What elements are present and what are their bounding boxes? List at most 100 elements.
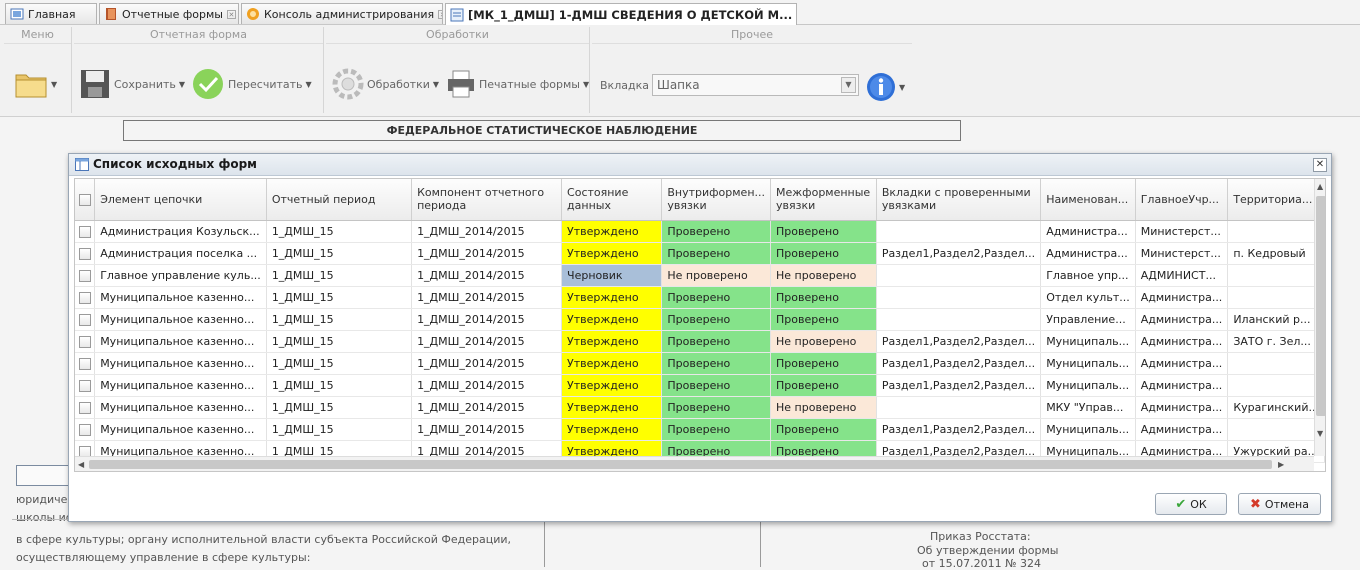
column-header[interactable]: Отчетный период: [266, 179, 413, 221]
table-cell: Утверждено: [561, 396, 663, 419]
row-checkbox[interactable]: [75, 330, 96, 353]
tab-report-forms[interactable]: Отчетные формы ✕: [99, 3, 239, 24]
table-row[interactable]: Муниципальное казенно... 1_ДМШ_15 1_ДМШ_20…: [75, 396, 1325, 419]
table-row[interactable]: Муниципальное казенно... 1_ДМШ_15 1_ДМШ_20…: [75, 374, 1325, 397]
tab-home[interactable]: Главная: [5, 3, 97, 24]
table-cell: Министерст...: [1135, 242, 1229, 265]
column-header[interactable]: Наименован...: [1040, 179, 1136, 221]
table-row[interactable]: Администрация поселка ... 1_ДМШ_15 1_ДМШ_2…: [75, 242, 1325, 265]
table-cell: Не проверено: [770, 396, 877, 419]
close-icon[interactable]: ✕: [1313, 158, 1327, 172]
doc-order-text: Приказ Росстата:: [930, 530, 1031, 543]
scroll-thumb[interactable]: [89, 460, 1272, 469]
horizontal-scrollbar[interactable]: ◀ ▶: [75, 456, 1314, 471]
print-forms-button[interactable]: Печатные формы ▼: [446, 67, 589, 101]
ribbon-group-form: Отчетная форма Сохранить ▼ Пересчитать ▼: [74, 27, 324, 113]
table-cell: [1227, 374, 1325, 397]
select-all-checkbox[interactable]: [75, 179, 96, 221]
row-checkbox[interactable]: [75, 220, 96, 243]
vertical-scrollbar[interactable]: ▲ ▼: [1314, 179, 1325, 456]
table-cell: [876, 264, 1042, 287]
row-checkbox[interactable]: [75, 242, 96, 265]
table-cell: Проверено: [770, 374, 877, 397]
column-header[interactable]: Компонент отчетного периода: [411, 179, 563, 221]
table-cell: Проверено: [661, 286, 772, 309]
table-row[interactable]: Муниципальное казенно... 1_ДМШ_15 1_ДМШ_20…: [75, 286, 1325, 309]
table-cell: ЗАТО г. Зел...: [1227, 330, 1325, 353]
table-cell: Муниципальное казенно...: [94, 330, 267, 353]
dialog-title-bar[interactable]: Список исходных форм ✕: [69, 154, 1331, 176]
recalc-button[interactable]: Пересчитать ▼: [192, 67, 312, 101]
scroll-down-icon[interactable]: ▼: [1317, 429, 1323, 438]
table-cell: Главное упр...: [1040, 264, 1136, 287]
table-row[interactable]: Муниципальное казенно... 1_ДМШ_15 1_ДМШ_20…: [75, 352, 1325, 375]
scroll-up-icon[interactable]: ▲: [1317, 182, 1323, 191]
tab-bar: Главная Отчетные формы ✕ Консоль админис…: [0, 0, 1360, 25]
chevron-down-icon[interactable]: ▼: [841, 77, 856, 93]
table-cell: 1_ДМШ_2014/2015: [411, 220, 563, 243]
column-header[interactable]: Вкладки с проверенными увязками: [876, 179, 1042, 221]
menu-button[interactable]: ▼: [14, 67, 57, 101]
doc-left-text: юридичес: [16, 493, 74, 506]
save-button[interactable]: Сохранить ▼: [80, 67, 185, 101]
column-header[interactable]: Межформенные увязки: [770, 179, 877, 221]
row-checkbox[interactable]: [75, 352, 96, 375]
table-cell: Утверждено: [561, 242, 663, 265]
table-cell: Утверждено: [561, 286, 663, 309]
cancel-button[interactable]: ✖ Отмена: [1238, 493, 1321, 515]
scroll-left-icon[interactable]: ◀: [78, 460, 84, 469]
table-cell: Проверено: [661, 352, 772, 375]
ok-button[interactable]: ✔ ОК: [1155, 493, 1227, 515]
column-header[interactable]: Территориа...: [1227, 179, 1325, 221]
table-cell: Администра...: [1135, 286, 1229, 309]
folder-icon: [15, 74, 47, 98]
table-cell: Проверено: [661, 242, 772, 265]
doc-divider: [760, 520, 761, 567]
table-row[interactable]: Главное управление куль... 1_ДМШ_15 1_ДМШ_…: [75, 264, 1325, 287]
row-checkbox[interactable]: [75, 308, 96, 331]
table-cell: Раздел1,Раздел2,Раздел...: [876, 242, 1042, 265]
tab-form-mk1[interactable]: [МК_1_ДМШ] 1-ДМШ СВЕДЕНИЯ О ДЕТСКОЙ М...…: [445, 3, 797, 25]
table-cell: Муниципаль...: [1040, 374, 1136, 397]
table-cell: 1_ДМШ_15: [266, 242, 413, 265]
tab-select[interactable]: Шапка ▼: [652, 74, 859, 96]
table-row[interactable]: Муниципальное казенно... 1_ДМШ_15 1_ДМШ_20…: [75, 330, 1325, 353]
row-checkbox[interactable]: [75, 374, 96, 397]
table-cell: 1_ДМШ_15: [266, 220, 413, 243]
doc-divider: [544, 520, 545, 567]
column-header[interactable]: Внутриформен... увязки: [661, 179, 772, 221]
tab-admin-console[interactable]: Консоль администрирования ✕: [241, 3, 443, 24]
chevron-down-icon: ▼: [899, 82, 906, 92]
doc-recipient-text: в сфере культуры; органу исполнительной …: [16, 533, 512, 546]
table-cell: Администра...: [1135, 396, 1229, 419]
table-cell: 1_ДМШ_15: [266, 308, 413, 331]
table-row[interactable]: Муниципальное казенно... 1_ДМШ_15 1_ДМШ_20…: [75, 418, 1325, 441]
scroll-thumb[interactable]: [1316, 196, 1325, 416]
close-icon[interactable]: ✕: [796, 10, 797, 19]
info-icon: [867, 73, 895, 101]
processing-button[interactable]: Обработки ▼: [332, 67, 439, 101]
doc-order-text: Об утверждении формы: [917, 544, 1059, 557]
column-header[interactable]: ГлавноеУчр...: [1135, 179, 1229, 221]
table-row[interactable]: Администрация Козульск... 1_ДМШ_15 1_ДМШ_2…: [75, 220, 1325, 243]
table-cell: Муниципальное казенно...: [94, 352, 267, 375]
row-checkbox[interactable]: [75, 286, 96, 309]
table-cell: 1_ДМШ_2014/2015: [411, 396, 563, 419]
close-icon[interactable]: ✕: [226, 9, 236, 19]
info-button[interactable]: ▼: [866, 70, 905, 104]
close-icon[interactable]: ✕: [438, 9, 442, 19]
scroll-right-icon[interactable]: ▶: [1278, 460, 1284, 469]
row-checkbox[interactable]: [75, 396, 96, 419]
doc-input-box[interactable]: [16, 465, 70, 486]
table-row[interactable]: Муниципальное казенно... 1_ДМШ_15 1_ДМШ_20…: [75, 308, 1325, 331]
table-cell: 1_ДМШ_15: [266, 286, 413, 309]
recalc-label: Пересчитать: [228, 77, 303, 91]
column-header[interactable]: Состояние данных: [561, 179, 663, 221]
row-checkbox[interactable]: [75, 264, 96, 287]
table-cell: 1_ДМШ_2014/2015: [411, 352, 563, 375]
column-header[interactable]: Элемент цепочки: [94, 179, 267, 221]
table-cell: [1227, 220, 1325, 243]
row-checkbox[interactable]: [75, 418, 96, 441]
table-cell: Утверждено: [561, 418, 663, 441]
table-cell: Администра...: [1135, 330, 1229, 353]
